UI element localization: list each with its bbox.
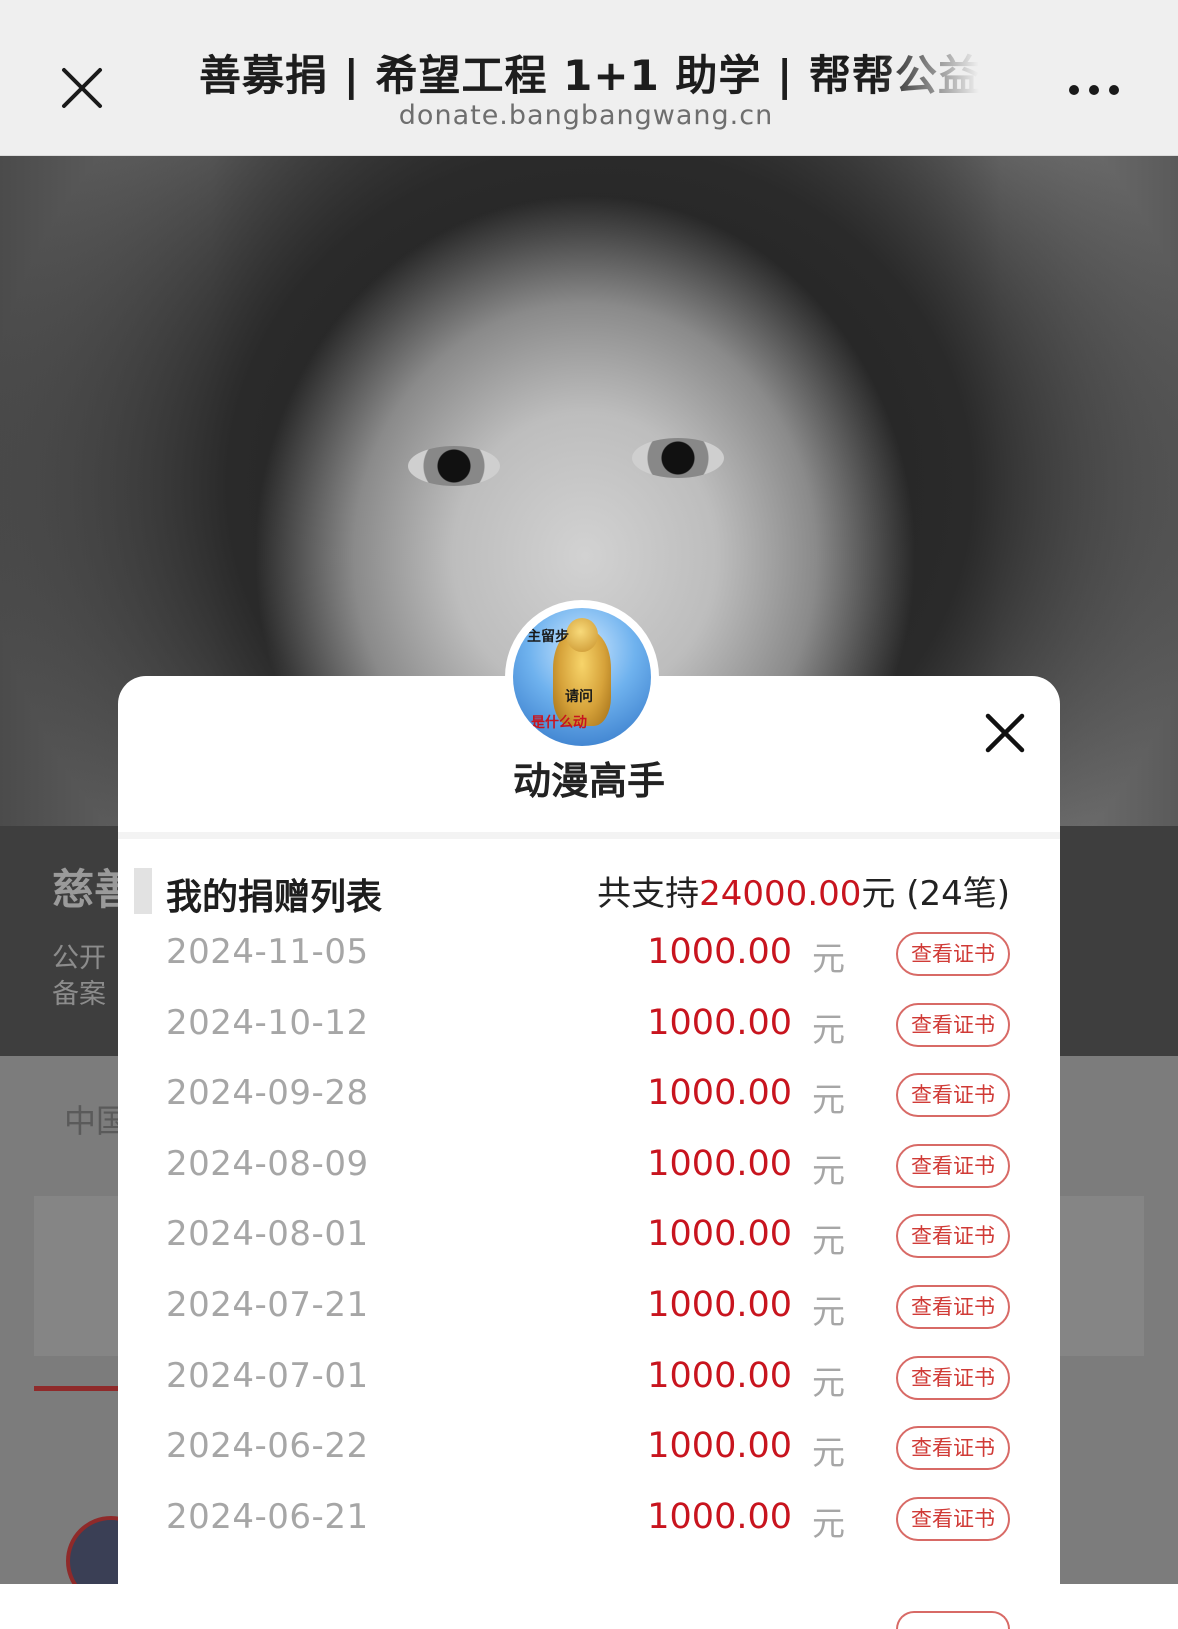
list-item: 2024-10-12 1000.00 元 查看证书 (118, 993, 1060, 1064)
avatar-text-bottom: 是什么动 (531, 715, 587, 731)
view-certificate-button[interactable]: 查看证书 (896, 1284, 1010, 1329)
donation-date: 2024-08-01 (166, 1214, 369, 1255)
title-fade (880, 42, 990, 102)
donation-amount: 1000.00 (647, 1284, 792, 1325)
currency-unit: 元 (812, 1503, 845, 1543)
donation-date: 2024-07-21 (166, 1284, 369, 1325)
avatar-buddha-head (566, 618, 598, 652)
background-tab-indicator (34, 1386, 124, 1391)
currency-unit: 元 (812, 1221, 845, 1261)
view-certificate-button[interactable]: 查看证书 (896, 1073, 1010, 1118)
more-dots-icon[interactable] (1066, 75, 1130, 105)
view-certificate-button-partial[interactable] (896, 1611, 1010, 1629)
view-certificate-button[interactable]: 查看证书 (896, 1355, 1010, 1400)
view-certificate-button[interactable]: 查看证书 (896, 1426, 1010, 1471)
donation-summary: 共支持24000.00元 (24笔) (597, 866, 1010, 915)
photo-eye-right (632, 438, 724, 478)
browser-top-bar: 善募捐 | 希望工程 1+1 助学 | 帮帮公益 donate.bangbang… (0, 0, 1178, 156)
donation-amount: 1000.00 (647, 932, 792, 972)
list-item: 2024-09-28 1000.00 元 查看证书 (118, 1063, 1060, 1134)
summary-amount: 24000.00 (699, 874, 862, 914)
donation-date: 2024-11-05 (166, 932, 369, 972)
currency-unit: 元 (812, 1009, 845, 1049)
donation-date: 2024-07-01 (166, 1355, 369, 1396)
list-item: 2024-08-01 1000.00 元 查看证书 (118, 1204, 1060, 1275)
currency-unit: 元 (812, 1080, 845, 1120)
currency-unit: 元 (812, 1150, 845, 1190)
view-certificate-button[interactable]: 查看证书 (896, 1496, 1010, 1541)
donation-modal: 动漫高手 我的捐赠列表 共支持24000.00元 (24笔) 2024-11-0… (118, 676, 1060, 1629)
donation-amount: 1000.00 (647, 1214, 792, 1255)
modal-divider (118, 832, 1060, 839)
user-name: 动漫高手 (512, 759, 665, 803)
avatar: 主留步 请问 是什么动 (505, 600, 659, 754)
donation-amount: 1000.00 (647, 1496, 792, 1537)
donation-amount: 1000.00 (647, 1073, 792, 1114)
background-subtitle-2: 备案 (52, 979, 106, 1010)
view-certificate-button[interactable]: 查看证书 (896, 1143, 1010, 1188)
summary-prefix: 共支持 (597, 874, 700, 914)
view-certificate-button[interactable]: 查看证书 (896, 932, 1010, 976)
donation-list-header: 我的捐赠列表 共支持24000.00元 (24笔) (118, 866, 1060, 918)
list-item-partial (118, 1557, 1060, 1629)
view-certificate-button[interactable]: 查看证书 (896, 1214, 1010, 1259)
donation-date: 2024-10-12 (166, 1002, 369, 1043)
list-item: 2024-07-01 1000.00 元 查看证书 (118, 1346, 1060, 1417)
list-item: 2024-06-21 1000.00 元 查看证书 (118, 1487, 1060, 1558)
donation-amount: 1000.00 (647, 1355, 792, 1396)
currency-unit: 元 (812, 1362, 845, 1402)
donation-amount: 1000.00 (647, 1426, 792, 1467)
list-item: 2024-08-09 1000.00 元 查看证书 (118, 1134, 1060, 1205)
donation-date: 2024-09-28 (166, 1073, 369, 1114)
donation-list-title: 我的捐赠列表 (166, 877, 383, 918)
currency-unit: 元 (812, 1433, 845, 1473)
currency-unit: 元 (812, 1291, 845, 1331)
donation-amount: 1000.00 (647, 1143, 792, 1184)
summary-suffix: 元 (24笔) (861, 874, 1010, 914)
page-title: 善募捐 | 希望工程 1+1 助学 | 帮帮公益 (190, 42, 990, 103)
list-item: 2024-07-21 1000.00 元 查看证书 (118, 1275, 1060, 1346)
list-item: 2024-06-22 1000.00 元 查看证书 (118, 1416, 1060, 1487)
page-url: donate.bangbangwang.cn (398, 100, 774, 131)
photo-eye-left (408, 446, 500, 486)
donation-list: 2024-11-05 1000.00 元 查看证书 2024-10-12 100… (118, 922, 1060, 1629)
list-item: 2024-11-05 1000.00 元 查看证书 (118, 922, 1060, 993)
donation-date: 2024-06-21 (166, 1496, 369, 1537)
modal-close-icon[interactable] (984, 712, 1026, 754)
section-marker (134, 868, 152, 914)
avatar-text-mid: 请问 (565, 689, 593, 705)
background-subtitle-1: 公开 (52, 943, 106, 974)
donation-date: 2024-08-09 (166, 1143, 369, 1184)
currency-unit: 元 (812, 939, 845, 978)
donation-date: 2024-06-22 (166, 1426, 369, 1467)
avatar-text-top: 主留步 (527, 629, 569, 645)
view-certificate-button[interactable]: 查看证书 (896, 1002, 1010, 1047)
page-title-text: 善募捐 | 希望工程 1+1 助学 | 帮帮公益 (198, 51, 982, 100)
avatar-image: 主留步 请问 是什么动 (513, 608, 651, 746)
donation-amount: 1000.00 (647, 1002, 792, 1043)
